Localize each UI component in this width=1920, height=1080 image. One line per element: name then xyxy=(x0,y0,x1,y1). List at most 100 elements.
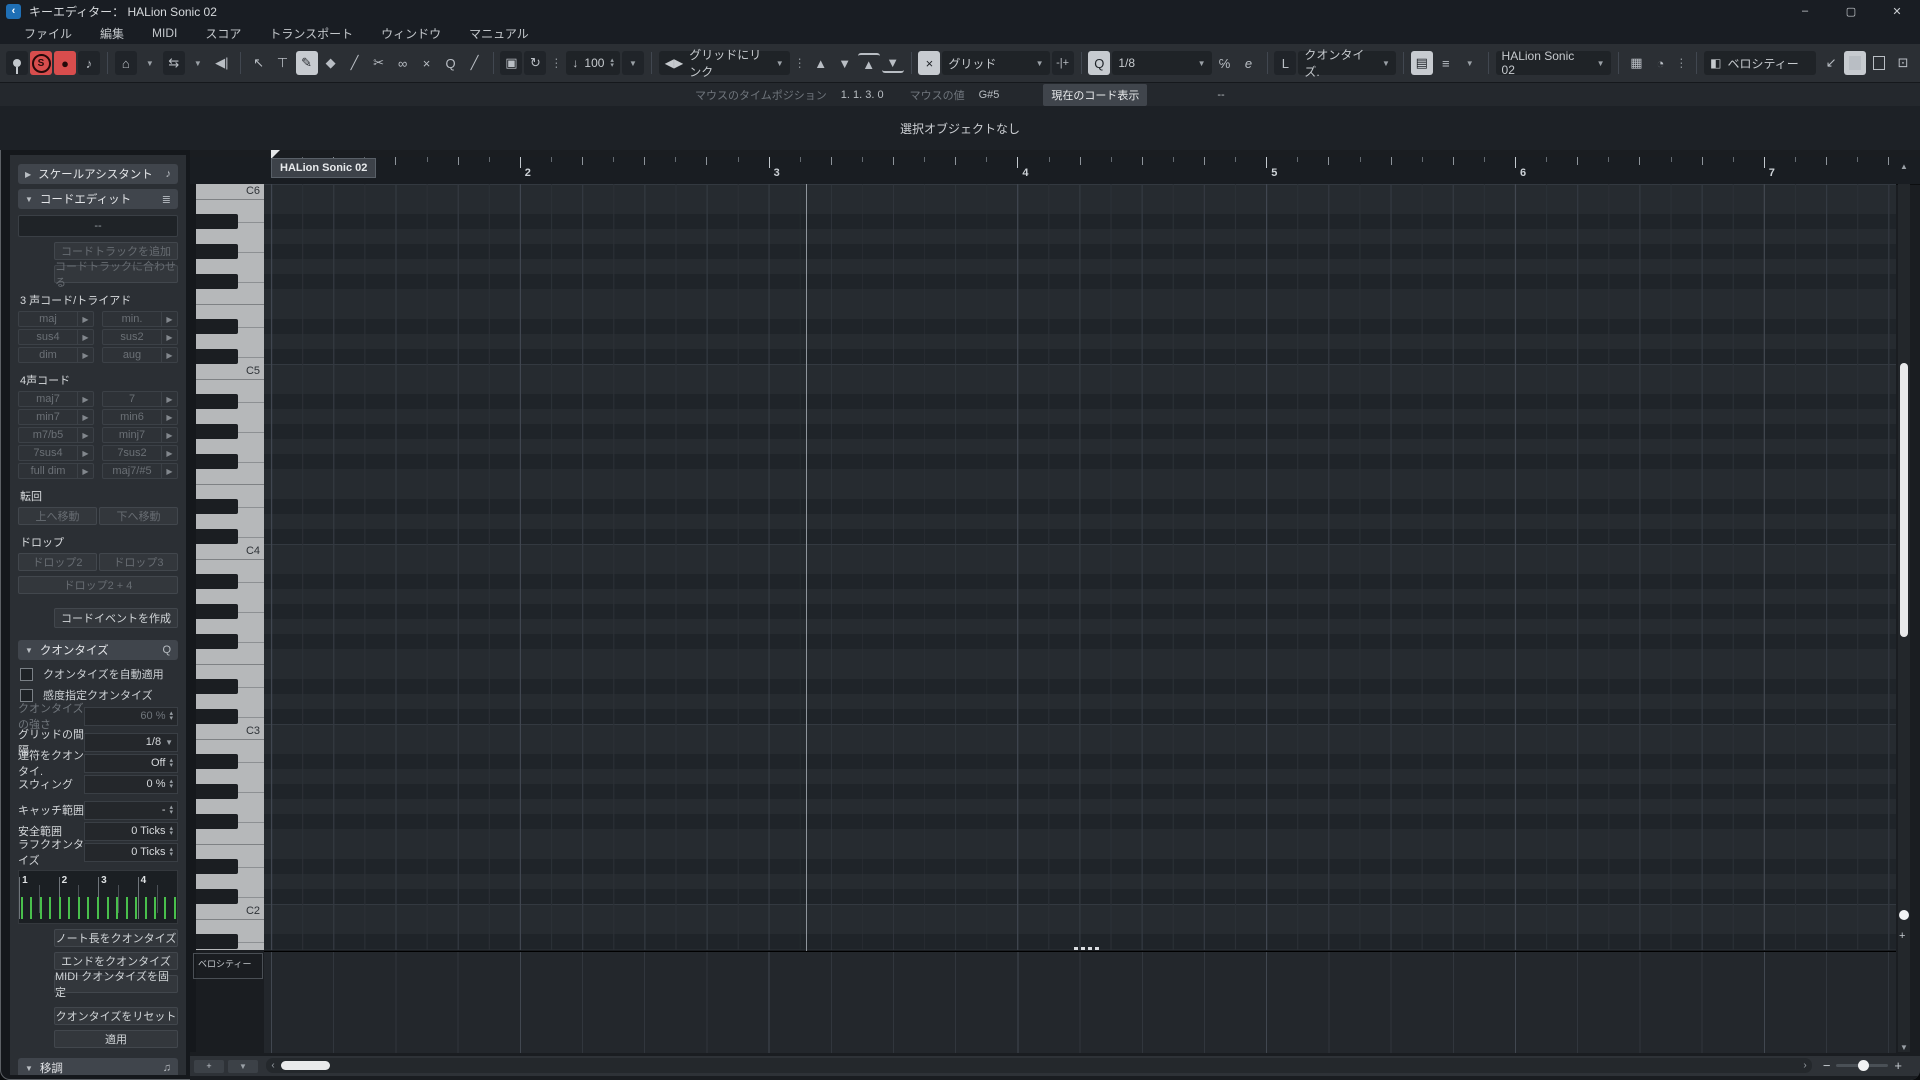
edit-parts-icon[interactable]: ⇆ xyxy=(162,51,185,75)
chord-play-icon[interactable]: ▶ xyxy=(78,464,93,478)
step-input-icon[interactable]: ▦ xyxy=(1625,51,1647,75)
black-key[interactable] xyxy=(196,394,238,409)
vertical-scroll-thumb[interactable] xyxy=(1900,363,1908,637)
draw-tool[interactable]: ✎ xyxy=(295,51,318,75)
grid-spacing-select[interactable]: 1/8 ▼ xyxy=(84,732,178,752)
reset-quantize-button[interactable]: クオンタイズをリセット xyxy=(54,1007,178,1025)
comp-tool[interactable]: ╱ xyxy=(344,51,366,75)
note-grid[interactable] xyxy=(264,184,1896,950)
chord-play-icon[interactable]: ▶ xyxy=(162,330,177,344)
move-up-button[interactable]: 上へ移動 xyxy=(18,507,97,525)
octave-up-button[interactable]: ▲ xyxy=(857,53,880,73)
black-key[interactable] xyxy=(196,574,238,589)
length-link-grid-select[interactable]: ◀▶ グリッドにリンク ▼ xyxy=(658,48,790,79)
kebab-icon[interactable]: ⋮ xyxy=(548,56,564,70)
part-select[interactable]: HALion Sonic 02 ▼ xyxy=(1495,49,1611,77)
vertical-scrollbar[interactable] xyxy=(1898,184,1910,1052)
menu-item-2[interactable]: MIDI xyxy=(138,26,191,40)
toolbar-setup-icon[interactable]: ⊡ xyxy=(1892,51,1914,75)
layers-icon[interactable]: ≡ xyxy=(1435,51,1457,75)
black-key[interactable] xyxy=(196,679,238,694)
trim-tool[interactable]: ⊤ xyxy=(272,51,294,75)
zoom-out-icon[interactable]: − xyxy=(1823,1058,1831,1073)
vertical-zoom-plus-icon[interactable]: + xyxy=(1899,930,1905,942)
chord-button-7sus2[interactable]: 7sus2 ▶ xyxy=(102,445,178,461)
view-dropdown[interactable]: ▼ xyxy=(1459,51,1481,75)
chord-button-aug[interactable]: aug ▶ xyxy=(102,347,178,363)
vertical-zoom-handle[interactable] xyxy=(1899,910,1909,920)
controller-lane-header[interactable]: ベロシティー xyxy=(193,953,263,979)
midi-input-icon[interactable]: ◔ xyxy=(1649,51,1671,75)
snap-icon[interactable]: × xyxy=(918,51,941,75)
minimize-button[interactable]: – xyxy=(1782,0,1828,22)
horizontal-scrollbar[interactable]: ‹ › xyxy=(266,1058,1812,1073)
black-key[interactable] xyxy=(196,784,238,799)
catch-range-field[interactable]: - ▴ ▾ xyxy=(84,800,178,820)
black-key[interactable] xyxy=(196,814,238,829)
drop2-button[interactable]: ドロップ2 xyxy=(18,553,97,571)
chord-button-dim[interactable]: dim ▶ xyxy=(18,347,94,363)
event-color-select[interactable]: ◧ ベロシティー xyxy=(1704,51,1817,75)
chord-edit-menu-icon[interactable]: ≣ xyxy=(162,193,171,206)
chord-button-minj7[interactable]: minj7 ▶ xyxy=(102,427,178,443)
timeline-ruler[interactable]: 2 3 4 5 6 7 xyxy=(190,157,1920,185)
kebab-icon[interactable]: ⋮ xyxy=(1673,56,1689,70)
chord-button-sus2[interactable]: sus2 ▶ xyxy=(102,329,178,345)
chord-play-icon[interactable]: ▶ xyxy=(78,330,93,344)
chord-button-sus4[interactable]: sus4 ▶ xyxy=(18,329,94,345)
chord-display-toggle[interactable]: 現在のコード表示 xyxy=(1043,83,1148,106)
chord-play-icon[interactable]: ▶ xyxy=(78,392,93,406)
swing-field[interactable]: 0 % ▴ ▾ xyxy=(84,774,178,794)
black-key[interactable] xyxy=(196,859,238,874)
parts-dropdown[interactable]: ▼ xyxy=(187,51,209,75)
chord-play-icon[interactable]: ▶ xyxy=(78,348,93,362)
visibility-icon[interactable]: ⌂ xyxy=(114,51,137,75)
strength-field[interactable]: 60 % ▴ ▾ xyxy=(84,706,178,726)
chord-play-icon[interactable]: ▶ xyxy=(78,410,93,424)
iq-mode-icon[interactable]: ℅ xyxy=(1214,51,1236,75)
black-key[interactable] xyxy=(196,349,238,364)
insert-velocity-field[interactable]: ↓ 100 ▴ ▾ xyxy=(566,51,620,75)
quantize-preset-select[interactable]: 1/8 ▼ xyxy=(1112,51,1212,75)
zoom-slider-handle[interactable] xyxy=(1858,1060,1870,1071)
chord-button-maj75[interactable]: maj7/#5 ▶ xyxy=(102,463,178,479)
apply-quantize-button[interactable]: 適用 xyxy=(54,1030,178,1048)
chord-button-min7[interactable]: min7 ▶ xyxy=(18,409,94,425)
chord-button-min6[interactable]: min6 ▶ xyxy=(102,409,178,425)
acoustic-feedback-icon[interactable]: ♪ xyxy=(78,51,100,75)
glue-tool[interactable]: ∞ xyxy=(392,51,414,75)
menu-item-4[interactable]: トランスポート xyxy=(255,25,367,42)
chord-play-icon[interactable]: ▶ xyxy=(162,446,177,460)
black-key[interactable] xyxy=(196,889,238,904)
black-key[interactable] xyxy=(196,319,238,334)
chord-play-icon[interactable]: ▶ xyxy=(78,312,93,326)
black-key[interactable] xyxy=(196,499,238,514)
rough-quantize-field[interactable]: 0 Ticks ▴ ▾ xyxy=(84,842,178,862)
length-quantize-icon[interactable]: L xyxy=(1274,51,1297,75)
black-key[interactable] xyxy=(196,709,238,724)
popout-icon[interactable]: ↙ xyxy=(1820,51,1842,75)
snap-type-select[interactable]: グリッド ▼ xyxy=(942,51,1050,75)
zoom-tool[interactable]: Q xyxy=(440,51,462,75)
part-label[interactable]: HALion Sonic 02 xyxy=(271,158,377,178)
scroll-down-icon[interactable]: ▼ xyxy=(1898,1043,1910,1052)
split-tool[interactable]: ✂ xyxy=(368,51,390,75)
record-button[interactable]: ● xyxy=(54,51,76,75)
line-tool[interactable]: ╱ xyxy=(464,51,486,75)
black-key[interactable] xyxy=(196,274,238,289)
chord-play-icon[interactable]: ▶ xyxy=(162,348,177,362)
zoom-slider[interactable] xyxy=(1836,1060,1889,1071)
step-down-button[interactable]: ▼ xyxy=(834,51,856,75)
chord-play-icon[interactable]: ▶ xyxy=(162,410,177,424)
black-key[interactable] xyxy=(196,529,238,544)
section-transpose[interactable]: ▼ 移調 ♫ xyxy=(18,1058,178,1075)
lane-preset-button[interactable]: ▼ xyxy=(228,1059,258,1073)
quantize-lengths-button[interactable]: ノート長をクオンタイズ xyxy=(54,929,178,947)
auto-apply-checkbox[interactable] xyxy=(20,667,33,681)
left-zone-toggle[interactable] xyxy=(1844,51,1867,75)
chord-play-icon[interactable]: ▶ xyxy=(78,446,93,460)
safe-range-field[interactable]: 0 Ticks ▴ ▾ xyxy=(84,821,178,841)
controller-lane[interactable] xyxy=(264,951,1896,1053)
chord-button-7sus4[interactable]: 7sus4 ▶ xyxy=(18,445,94,461)
menu-item-5[interactable]: ウィンドウ xyxy=(367,25,455,42)
